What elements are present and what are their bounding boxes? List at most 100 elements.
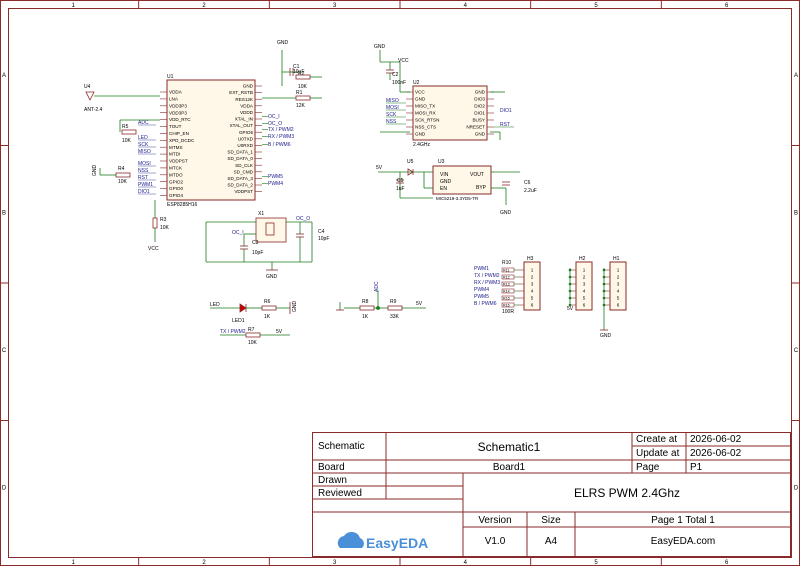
gnd-label-led: GND <box>292 301 298 313</box>
pin-label: MTCK <box>169 166 183 171</box>
c6-ref: C6 <box>524 180 531 186</box>
x1-oco-net: OC_O <box>296 216 310 222</box>
pin-label: U0TXD <box>238 136 254 141</box>
h1-ref: H1 <box>613 256 620 262</box>
pin-label: MTMS <box>169 145 183 150</box>
r2-ref: R2 <box>298 71 305 77</box>
pin-label: XTAL_IN <box>235 117 253 122</box>
u3-5v-net: 5V <box>376 165 383 171</box>
pin-label: SD_DATA_2 <box>227 183 253 188</box>
r10-value: 100R <box>502 309 514 315</box>
tb-create-label: Create at <box>636 434 678 445</box>
pin-label: SD_DATA_0 <box>227 156 253 161</box>
header-pin-number: 1 <box>531 268 534 273</box>
pin-label: VDDA <box>169 90 183 95</box>
header-pin-number: 1 <box>583 268 586 273</box>
h3-net-label: B / PWM6 <box>474 301 497 307</box>
r7-value: 10K <box>248 340 258 346</box>
row-label-right: B <box>794 210 798 216</box>
pin-label: VDDPST <box>169 159 188 164</box>
header-pin-number: 4 <box>531 289 534 294</box>
r9-value: 33K <box>390 314 400 320</box>
r10-ref: R10 <box>502 260 511 266</box>
header-pin-number: 2 <box>531 275 534 280</box>
r5-value: 10K <box>122 138 132 144</box>
u1-net-label: PWM4 <box>268 181 283 187</box>
r9-ref: R9 <box>390 299 397 305</box>
pin-label: SD_CMD <box>234 169 254 174</box>
tb-size-label: Size <box>541 515 561 526</box>
tb-board-name: Board1 <box>492 462 526 473</box>
tb-version-label: Version <box>478 515 512 526</box>
pin-label: VDD_RTC <box>169 117 191 122</box>
tb-schematic-label: Schematic <box>318 441 365 452</box>
gnd-label-h1: GND <box>600 333 612 339</box>
pin-label: VDDPST <box>234 189 253 194</box>
row-label-right: D <box>794 485 799 491</box>
pin-label: CHIP_EN <box>169 131 189 136</box>
pin-label: NRESET <box>466 125 485 130</box>
pin-label: RES12K <box>235 97 254 102</box>
resistor-ref: R16 <box>503 304 510 308</box>
row-label-left: D <box>2 485 7 491</box>
pin-label: VDDA <box>240 103 254 108</box>
pin-label: XPD_DCDC <box>169 138 195 143</box>
r4-value: 10K <box>118 179 128 185</box>
h3-net-label: PWM4 <box>474 287 489 293</box>
pin-label: NSS_CTS <box>415 125 436 130</box>
tb-update-label: Update at <box>636 448 680 459</box>
r7-ref: R7 <box>248 327 255 333</box>
u2-ref: U2 <box>413 80 420 86</box>
u3-pin-byp: BYP <box>476 185 487 191</box>
u3-ref: U3 <box>438 159 445 165</box>
u1-net-label: TX / PWM2 <box>268 127 294 133</box>
h3-net-label: PWM1 <box>474 266 489 272</box>
tb-update-date: 2026-06-02 <box>690 448 742 459</box>
u3-pin-vin: VIN <box>440 172 449 178</box>
tb-project-title: ELRS PWM 2.4Ghz <box>573 486 681 500</box>
h3-ref: H3 <box>527 256 534 262</box>
tb-reviewed-label: Reviewed <box>318 488 362 499</box>
pin-label: SD_DATA_3 <box>227 176 253 181</box>
vcc-label-r3: VCC <box>148 246 159 252</box>
u1-ref: U1 <box>167 74 174 80</box>
resistor-ref: R14 <box>503 290 510 294</box>
pin-label: GPIO0 <box>169 186 183 191</box>
c2-value: 100nF <box>392 80 406 86</box>
c5-ref: C5 <box>397 178 404 184</box>
schematic-sheet: 1 1 2 2 3 3 4 4 5 5 6 6 A A B B C C D D U1 ESP8285H16 VDDA L… <box>0 0 800 566</box>
header-pin-number: 2 <box>583 275 586 280</box>
pin-label: GND <box>475 132 486 137</box>
header-pin-number: 1 <box>617 268 620 273</box>
header-pin-number: 5 <box>531 296 534 301</box>
pin-label: DIO2 <box>474 104 485 109</box>
tb-size-value: A4 <box>544 536 558 547</box>
header-pin-number: 3 <box>531 282 534 287</box>
pin-label: GND <box>475 90 486 95</box>
pin-label: GND <box>415 132 426 137</box>
pin-label: SD_DATA_1 <box>227 150 253 155</box>
header-pin-number: 4 <box>583 289 586 294</box>
pin-label: GND <box>243 84 254 89</box>
c5-value: 1uF <box>396 186 405 192</box>
pin-label: SCK_RTSN <box>415 118 439 123</box>
u3-part: MIC5219-3.3YD5-TR <box>436 196 479 201</box>
gnd-label-u3: GND <box>500 210 512 216</box>
row-label-right: A <box>794 73 798 79</box>
tb-page-label: Page <box>636 462 660 473</box>
pin-label: VDDD <box>240 110 254 115</box>
u5-ref: U5 <box>407 159 414 165</box>
r6-ref: R6 <box>264 299 271 305</box>
header-pin-number: 3 <box>617 282 620 287</box>
tb-create-date: 2026-06-02 <box>690 434 742 445</box>
u1-net-label: OC_I <box>268 114 280 120</box>
tb-page-value: P1 <box>690 462 703 473</box>
r4-ref: R4 <box>118 166 125 172</box>
r3-ref: R3 <box>160 217 167 223</box>
row-label-right: C <box>794 348 799 354</box>
r7-5v-net: 5V <box>276 329 283 335</box>
schematic-canvas: 1 1 2 2 3 3 4 4 5 5 6 6 A A B B C C D D U1 ESP8285H16 VDDA L… <box>0 0 800 566</box>
header-pin-number: 5 <box>583 296 586 301</box>
gnd-label-u2-top: GND <box>374 44 386 50</box>
h3-net-label: TX / PWM2 <box>474 273 500 279</box>
